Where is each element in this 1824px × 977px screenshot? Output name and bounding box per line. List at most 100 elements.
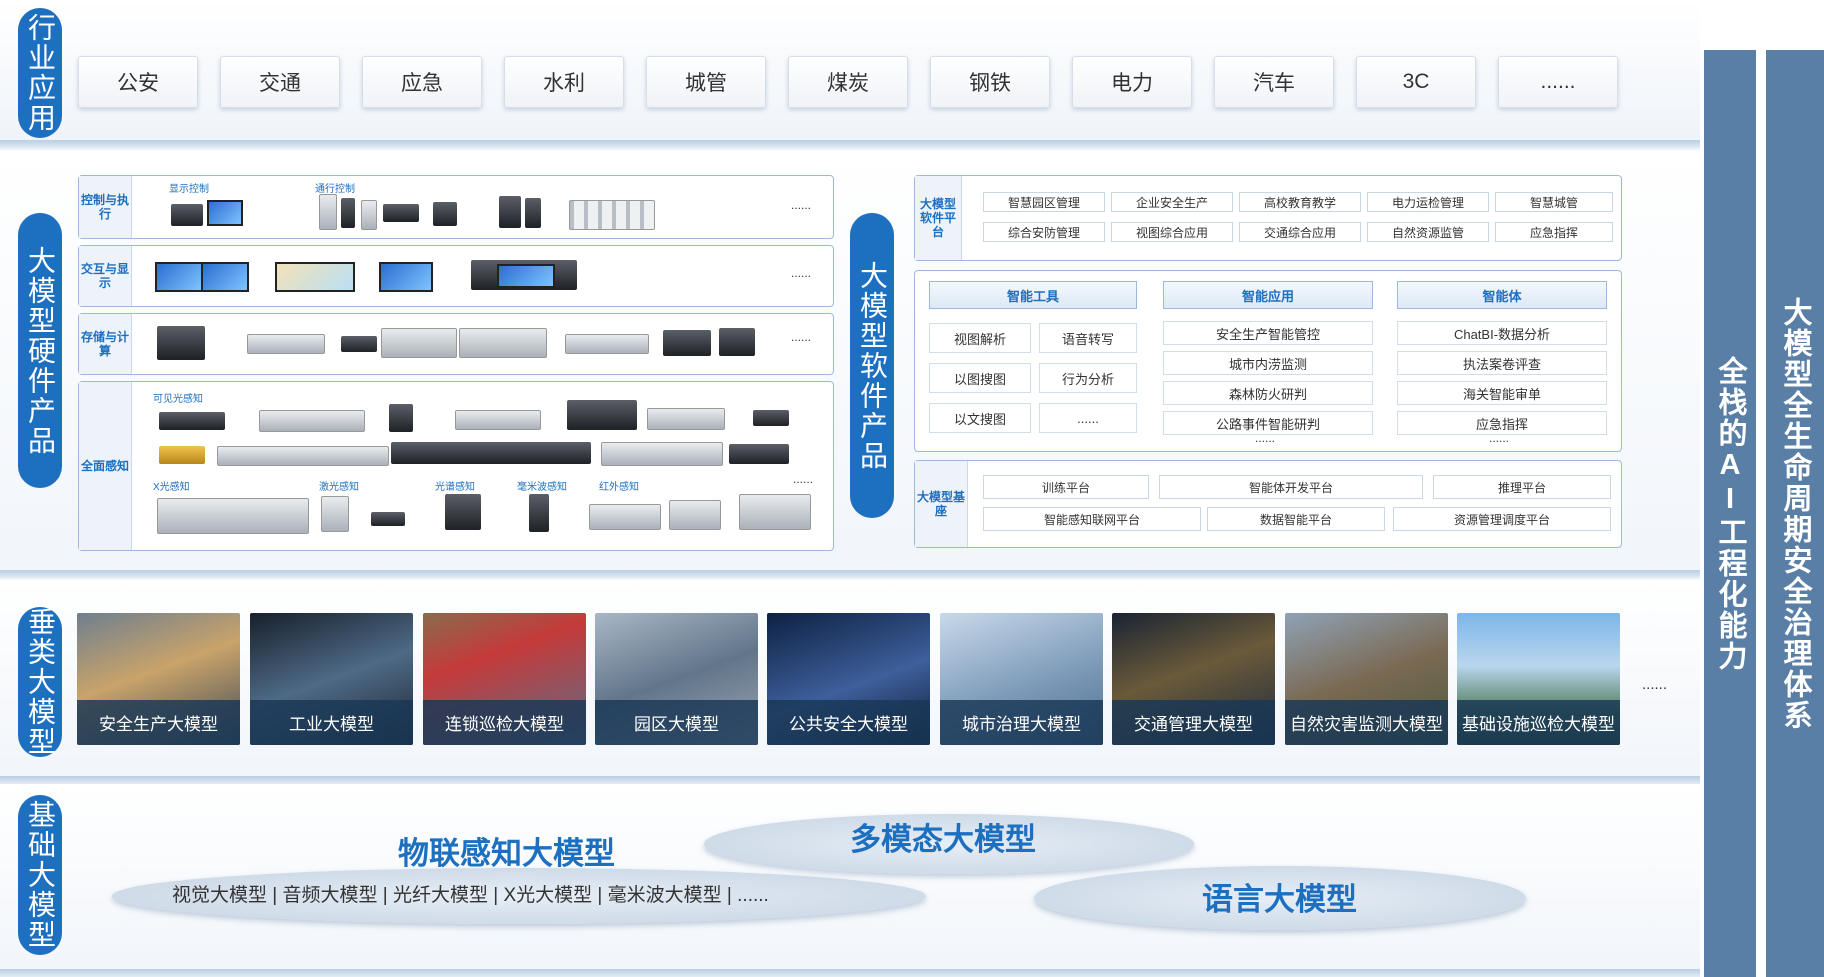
platform-item[interactable]: 企业安全生产 [1111, 192, 1233, 212]
industry-item[interactable]: 城管 [646, 56, 766, 108]
tool-item[interactable]: 视图解析 [929, 323, 1031, 353]
floor-divider [0, 776, 1700, 784]
sub-label: 红外感知 [599, 482, 639, 493]
base-item[interactable]: 训练平台 [983, 475, 1149, 499]
vertical-model-card[interactable]: 自然灾害监测大模型 [1285, 613, 1448, 745]
server-device [341, 336, 377, 352]
turnstile-gates [569, 200, 655, 230]
base-item[interactable]: 智能体开发平台 [1159, 475, 1423, 499]
mmwave-device [529, 494, 549, 532]
vertical-model-card[interactable]: 园区大模型 [595, 613, 758, 745]
platform-item[interactable]: 高校教育教学 [1239, 192, 1361, 212]
camera-device [601, 442, 723, 466]
storage-device [719, 328, 755, 356]
base-item[interactable]: 智能感知联网平台 [983, 507, 1201, 531]
agents-header: 智能体 [1397, 281, 1607, 309]
base-item[interactable]: 推理平台 [1433, 475, 1611, 499]
more-indicator: ...... [1489, 431, 1510, 445]
vertical-model-card[interactable]: 连锁巡检大模型 [423, 613, 586, 745]
software-platform-panel: 大模型软件平台 智慧园区管理 企业安全生产 高校教育教学 电力运检管理 智慧城管… [914, 175, 1622, 261]
language-model-title: 语言大模型 [1202, 882, 1357, 917]
interactive-screen [379, 262, 433, 292]
industry-item[interactable]: 煤炭 [788, 56, 908, 108]
camera-device [259, 410, 365, 432]
platform-item[interactable]: 智慧城管 [1495, 192, 1613, 212]
industry-item[interactable]: 交通 [220, 56, 340, 108]
base-item[interactable]: 资源管理调度平台 [1393, 507, 1611, 531]
vertical-model-card[interactable]: 工业大模型 [250, 613, 413, 745]
agent-item[interactable]: 海关智能审单 [1397, 381, 1607, 405]
face-terminal [525, 198, 541, 228]
industry-item[interactable]: 应急 [362, 56, 482, 108]
iot-model-title: 物联感知大模型 [398, 836, 615, 871]
card-caption: 工业大模型 [250, 700, 413, 745]
row-label: 交互与显示 [79, 246, 132, 306]
more-indicator: ...... [793, 472, 814, 486]
app-item[interactable]: 森林防火研判 [1163, 381, 1373, 405]
spectrum-device [445, 494, 481, 530]
camera-device [729, 444, 789, 464]
ai-engineering-bar: 全栈的AI工程化能力 [1704, 50, 1756, 977]
tool-item[interactable]: 以图搜图 [929, 363, 1031, 393]
tool-item[interactable]: ...... [1039, 403, 1137, 433]
row-label: 大模型软件平台 [915, 176, 962, 260]
app-item[interactable]: 城市内涝监测 [1163, 351, 1373, 375]
app-item[interactable]: 安全生产智能管控 [1163, 321, 1373, 345]
row-label: 存储与计算 [79, 314, 132, 374]
tool-item[interactable]: 行为分析 [1039, 363, 1137, 393]
laser-device [321, 496, 349, 532]
card-caption: 自然灾害监测大模型 [1285, 700, 1448, 745]
infrared-device [589, 504, 661, 530]
access-terminal [341, 198, 355, 228]
camera-device [753, 410, 789, 426]
industry-item[interactable]: ...... [1498, 56, 1618, 108]
platform-item[interactable]: 视图综合应用 [1111, 222, 1233, 242]
platform-item[interactable]: 交通综合应用 [1239, 222, 1361, 242]
vertical-model-card[interactable]: 公共安全大模型 [767, 613, 930, 745]
vertical-model-card[interactable]: 城市治理大模型 [940, 613, 1103, 745]
vertical-model-card[interactable]: 安全生产大模型 [77, 613, 240, 745]
server-device [459, 328, 547, 358]
hardware-row-storage: 存储与计算 ...... [78, 313, 834, 375]
hardware-row-control: 控制与执行 显示控制 通行控制 ...... [78, 175, 834, 239]
industry-item[interactable]: 公安 [78, 56, 198, 108]
base-item[interactable]: 数据智能平台 [1207, 507, 1385, 531]
xray-device [157, 498, 309, 534]
tool-item[interactable]: 语音转写 [1039, 323, 1137, 353]
blackboard-screen-center [497, 264, 555, 288]
platform-item[interactable]: 应急指挥 [1495, 222, 1613, 242]
card-caption: 园区大模型 [595, 700, 758, 745]
vertical-layer-label: 垂类大模型 [18, 607, 62, 757]
tool-item[interactable]: 以文搜图 [929, 403, 1031, 433]
interactive-screen [201, 262, 249, 292]
platform-item[interactable]: 自然资源监管 [1367, 222, 1489, 242]
infrared-device [669, 500, 721, 530]
industry-item[interactable]: 水利 [504, 56, 624, 108]
industry-item[interactable]: 电力 [1072, 56, 1192, 108]
agent-item[interactable]: 执法案卷评查 [1397, 351, 1607, 375]
apps-header: 智能应用 [1163, 281, 1373, 309]
industry-layer-label: 行业应用 [18, 8, 62, 138]
sub-label: X光感知 [153, 482, 190, 493]
platform-item[interactable]: 电力运检管理 [1367, 192, 1489, 212]
vertical-model-card[interactable]: 基础设施巡检大模型 [1457, 613, 1620, 745]
more-indicator: ...... [1642, 676, 1668, 693]
card-caption: 安全生产大模型 [77, 700, 240, 745]
camera-device [159, 446, 205, 464]
camera-device [217, 446, 389, 466]
platform-item[interactable]: 综合安防管理 [983, 222, 1105, 242]
industry-item[interactable]: 汽车 [1214, 56, 1334, 108]
tools-header: 智能工具 [929, 281, 1137, 309]
controller-device [171, 204, 203, 226]
platform-item[interactable]: 智慧园区管理 [983, 192, 1105, 212]
iot-model-items: 视觉大模型 | 音频大模型 | 光纤大模型 | X光大模型 | 毫米波大模型 |… [172, 885, 769, 906]
card-caption: 基础设施巡检大模型 [1457, 700, 1620, 745]
interactive-screen [275, 262, 355, 292]
row-label: 控制与执行 [79, 176, 132, 238]
vertical-model-card[interactable]: 交通管理大模型 [1112, 613, 1275, 745]
interactive-screen [155, 262, 203, 292]
agent-item[interactable]: ChatBI-数据分析 [1397, 321, 1607, 345]
industry-item[interactable]: 3C [1356, 56, 1476, 108]
industry-item[interactable]: 钢铁 [930, 56, 1050, 108]
software-base-panel: 大模型基座 训练平台 智能体开发平台 推理平台 智能感知联网平台 数据智能平台 … [914, 460, 1622, 548]
